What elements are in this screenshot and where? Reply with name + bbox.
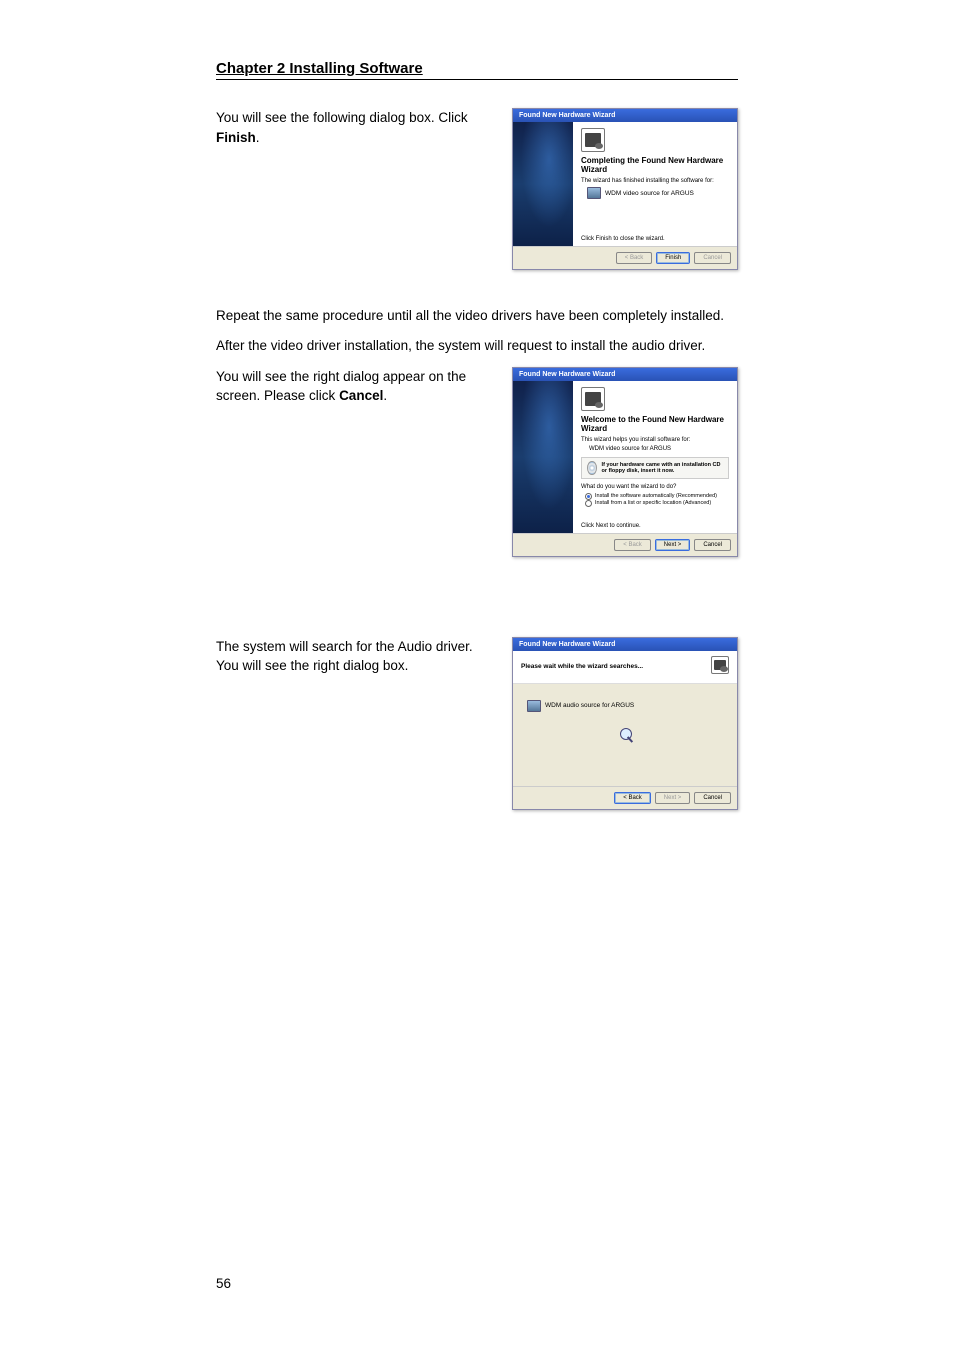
radio-option-auto[interactable]: Install the software automatically (Reco… [585,493,729,500]
instruction-1-text-a: You will see the following dialog box. C… [216,110,468,125]
cancel-button[interactable]: Cancel [694,539,731,551]
wizard-dialog-welcome: Found New Hardware Wizard Welcome to the… [512,367,738,557]
instruction-2: You will see the right dialog appear on … [216,367,498,557]
cancel-button[interactable]: Cancel [694,792,731,804]
wizard-device-name: WDM video source for ARGUS [605,190,694,197]
wizard-dialog-searching: Found New Hardware Wizard Please wait wh… [512,637,738,810]
hardware-icon [711,656,729,674]
wizard-side-graphic [513,122,573,246]
wizard-line-1: The wizard has finished installing the s… [581,178,729,184]
instruction-2-bold: Cancel [339,388,383,403]
page-number: 56 [216,1276,231,1291]
device-chip-icon [587,187,601,199]
back-button[interactable]: < Back [614,792,651,804]
chapter-title: Chapter 2 Installing Software [216,60,738,80]
wizard-heading: Welcome to the Found New Hardware Wizard [581,415,729,433]
wizard-bottom-text: Click Next to continue. [581,523,641,529]
hardware-icon [581,387,605,411]
radio-label-advanced: Install from a list or specific location… [595,500,711,506]
device-chip-icon [527,700,541,712]
radio-unselected-icon [585,500,592,507]
instruction-1-bold: Finish [216,130,256,145]
instruction-2-text-b: . [383,388,387,403]
back-button: < Back [616,252,653,264]
wizard-titlebar: Found New Hardware Wizard [513,638,737,651]
paragraph-repeat: Repeat the same procedure until all the … [216,306,738,326]
wizard-side-graphic [513,381,573,533]
radio-option-advanced[interactable]: Install from a list or specific location… [585,500,729,507]
wizard-titlebar: Found New Hardware Wizard [513,109,737,122]
next-button[interactable]: Next > [655,539,691,551]
wizard-searching-heading: Please wait while the wizard searches... [521,663,643,670]
wizard-bottom-text: Click Finish to close the wizard. [581,236,665,242]
wizard-device-name: WDM video source for ARGUS [589,446,729,452]
wizard-cd-note: If your hardware came with an installati… [602,462,723,474]
finish-button[interactable]: Finish [656,252,690,264]
wizard-question: What do you want the wizard to do? [581,484,729,490]
next-button: Next > [655,792,691,804]
instruction-1-text-b: . [256,130,260,145]
instruction-3: The system will search for the Audio dri… [216,637,498,810]
wizard-device-name: WDM audio source for ARGUS [545,702,634,709]
instruction-3-line2: You will see the right dialog box. [216,656,498,676]
cancel-button: Cancel [694,252,731,264]
radio-selected-icon [585,493,592,500]
instruction-3-line1: The system will search for the Audio dri… [216,637,498,657]
wizard-dialog-completing: Found New Hardware Wizard Completing the… [512,108,738,270]
cd-icon [587,461,597,475]
wizard-heading: Completing the Found New Hardware Wizard [581,156,729,174]
instruction-1: You will see the following dialog box. C… [216,108,498,270]
hardware-icon [581,128,605,152]
magnifier-icon [616,726,634,744]
radio-label-auto: Install the software automatically (Reco… [595,493,717,499]
wizard-titlebar: Found New Hardware Wizard [513,368,737,381]
back-button: < Back [614,539,651,551]
paragraph-after: After the video driver installation, the… [216,336,738,356]
wizard-line-help: This wizard helps you install software f… [581,437,729,443]
